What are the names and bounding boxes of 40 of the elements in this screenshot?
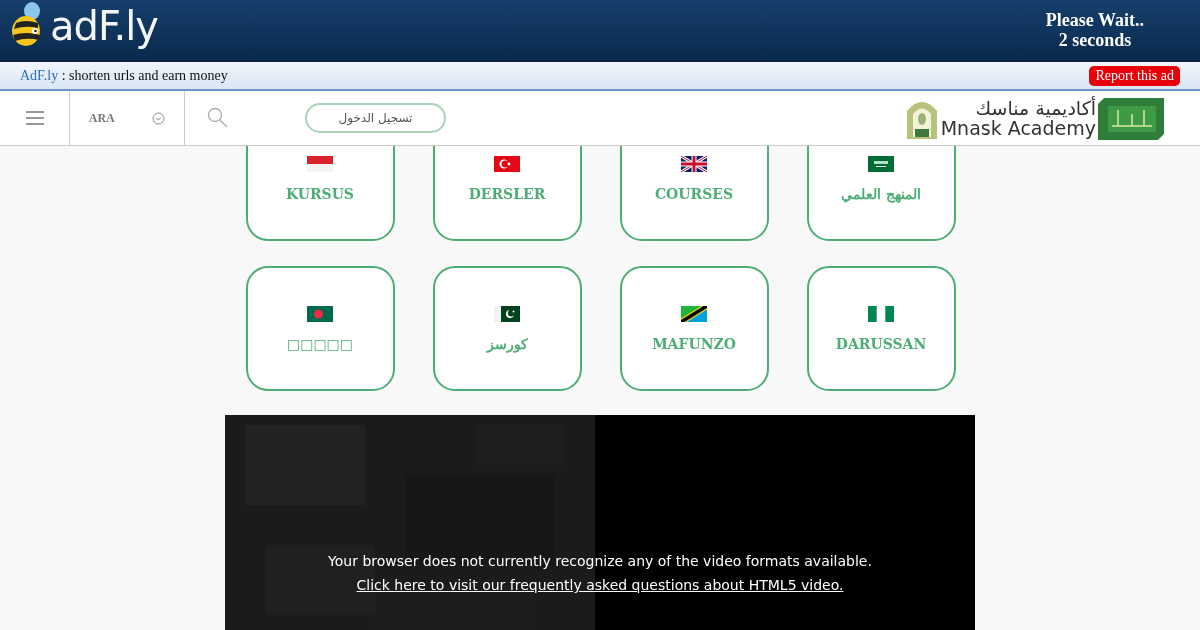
course-card[interactable]: □□□□□ — [245, 266, 395, 391]
video-error-message: Your browser does not currently recognize any of the video formats available. — [328, 553, 872, 569]
course-label: □□□□□ — [286, 335, 354, 352]
logo-latin-text: Mnask Academy — [940, 118, 1096, 138]
flag-icon — [868, 155, 894, 172]
logo-arabic-text: أكاديمية مناسك — [975, 98, 1096, 118]
search-icon[interactable] — [207, 107, 229, 129]
flag-icon — [494, 305, 520, 322]
flag-icon — [681, 305, 707, 322]
flag-icon — [494, 155, 520, 172]
course-card[interactable]: DERSLER — [432, 146, 582, 241]
login-button[interactable]: تسجيل الدخول — [305, 103, 446, 133]
course-card[interactable]: KURSUS — [245, 146, 395, 241]
course-label: DERSLER — [468, 185, 546, 202]
flag-icon — [868, 305, 894, 322]
flag-icon — [307, 155, 333, 172]
course-label: MAFUNZO — [652, 335, 736, 352]
course-label: DARUSSAN — [835, 335, 927, 352]
course-label: COURSES — [654, 185, 734, 202]
course-card[interactable]: كورسز — [432, 266, 582, 391]
flag-icon — [681, 155, 707, 172]
course-label: كورسز — [486, 335, 528, 352]
wait-message: Please Wait.. — [1045, 10, 1144, 30]
help-link[interactable]: Click here to visit our frequently asked questions about HTML5 video. — [356, 577, 844, 593]
logo-text[interactable]: adF.ly — [50, 0, 158, 56]
chevron-circle-icon[interactable] — [152, 111, 166, 125]
language-label[interactable]: ARA — [88, 110, 115, 126]
course-card[interactable]: المنهج العلمي — [806, 146, 956, 241]
course-card[interactable]: COURSES — [619, 146, 769, 241]
countdown-text: 2 seconds — [1058, 30, 1132, 50]
tagline: : shorten urls and earn money — [60, 67, 228, 83]
course-card[interactable]: DARUSSAN — [806, 266, 956, 391]
course-card[interactable]: MAFUNZO — [619, 266, 769, 391]
menu-icon[interactable] — [24, 110, 45, 126]
course-label: KURSUS — [286, 185, 354, 202]
emblem-icon — [1098, 96, 1164, 140]
flag-icon — [307, 305, 333, 322]
report-button[interactable]: Report this ad — [1089, 65, 1180, 86]
course-label: المنهج العلمي — [841, 185, 921, 202]
site-link[interactable]: AdF.ly — [20, 67, 59, 83]
